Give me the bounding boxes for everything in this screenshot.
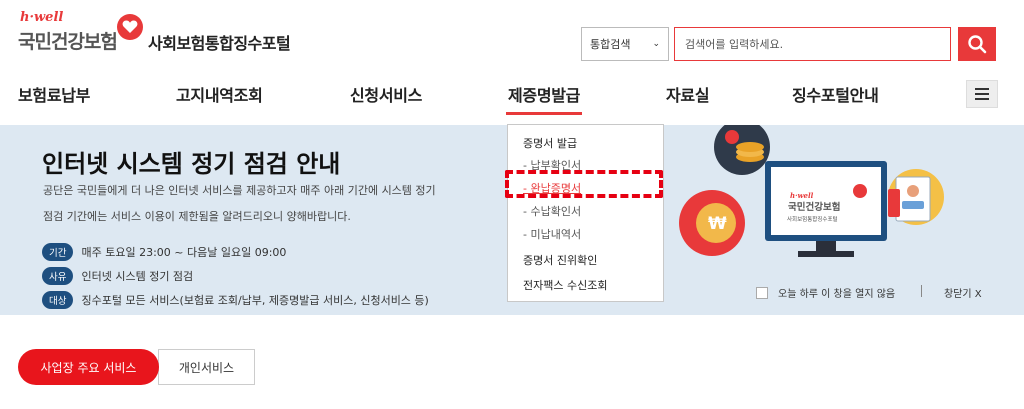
no-show-today-option[interactable]: 오늘 하루 이 창을 열지 않음 [756,285,895,300]
nav-item-portal-guide[interactable]: 징수포털안내 [792,82,879,106]
chevron-down-icon: ⌄ [652,39,660,49]
search-icon [968,35,987,54]
monitor-logo-sub: 사회보험통합징수포털 [787,215,838,223]
banner-description-line2: 점검 기간에는 서비스 이용이 제한됨을 알려드리오니 양해바랍니다. [43,210,351,223]
nhis-logo[interactable]: h·well 국민건강보험 [18,10,143,55]
alert-icon [725,130,739,144]
monitor-screen [771,167,881,235]
nav-item-billing-history[interactable]: 고지내역조회 [176,82,263,106]
search-placeholder: 검색어를 입력하세요. [685,38,784,51]
target-text: 징수포털 모든 서비스(보험료 조회/납부, 제증명발급 서비스, 신청서비스 … [81,294,429,307]
avatar-icon [907,185,919,197]
monitor-neck [816,241,836,251]
certificate-dropdown-menu: 증명서 발급 - 납부확인서 - 완납증명서 - 수납확인서 - 미납내역서 증… [507,124,664,302]
coin-icon [736,142,764,152]
nav-item-resources[interactable]: 자료실 [666,82,710,106]
hamburger-icon-bar [975,93,989,95]
close-banner-button[interactable]: 창닫기 X [944,285,982,300]
logo-name-text: 국민건강보험 [18,31,118,53]
nav-item-application-service[interactable]: 신청서비스 [350,82,422,106]
portal-title: 사회보험통합징수포털 [148,34,291,53]
banner-info-period: 기간 매주 토요일 23:00 ~ 다음날 일요일 09:00 [42,243,286,261]
target-badge: 대상 [42,291,74,309]
search-scope-value: 통합검색 [590,38,631,51]
search-scope-select[interactable]: 통합검색 ⌄ [581,27,669,61]
dropdown-item-efax-inquiry[interactable]: 전자팩스 수신조회 [523,277,607,293]
heart-icon [117,14,143,40]
search-button[interactable] [958,27,996,61]
monitor-base [798,251,854,257]
no-show-today-checkbox[interactable] [756,286,768,299]
hamburger-icon-bar [975,98,989,100]
hamburger-menu-button[interactable] [966,80,998,108]
document-icon [888,189,900,217]
won-symbol: ₩ [708,214,727,234]
search-input[interactable]: 검색어를 입력하세요. [674,27,951,61]
tab-business-services[interactable]: 사업장 주요 서비스 [18,349,159,385]
hamburger-icon-bar [975,88,989,90]
dropdown-item-unpaid-statement[interactable]: - 미납내역서 [523,226,581,242]
reason-badge: 사유 [42,267,74,285]
monitor-logo-hwell: h·well [790,191,814,200]
monitor-heart-icon [853,184,867,198]
banner-description-line1: 공단은 국민들에게 더 나은 인터넷 서비스를 제공하고자 매주 아래 기간에 … [43,184,436,197]
avatar-body [902,201,924,209]
profile-card [895,176,931,222]
banner-info-reason: 사유 인터넷 시스템 정기 점검 [42,267,193,285]
tab-personal-services[interactable]: 개인서비스 [158,349,255,385]
highlight-box [505,170,663,198]
period-badge: 기간 [42,243,74,261]
dropdown-item-certificate-verification[interactable]: 증명서 진위확인 [523,252,597,268]
banner-title: 인터넷 시스템 정기 점검 안내 [42,150,341,178]
logo-hwell-text: h·well [20,10,64,25]
period-text: 매주 토요일 23:00 ~ 다음날 일요일 09:00 [81,246,287,259]
nav-item-premium-payment[interactable]: 보험료납부 [18,82,90,106]
no-show-today-label: 오늘 하루 이 창을 열지 않음 [778,289,896,300]
nav-item-certificate-issue[interactable]: 제증명발급 [505,82,583,115]
reason-text: 인터넷 시스템 정기 점검 [81,270,194,283]
dropdown-item-certificate-issue[interactable]: 증명서 발급 [523,135,577,151]
monitor-logo-name: 국민건강보험 [788,201,840,213]
banner-info-target: 대상 징수포털 모든 서비스(보험료 조회/납부, 제증명발급 서비스, 신청서… [42,291,429,309]
divider [921,285,922,297]
dropdown-item-receipt-confirmation[interactable]: - 수납확인서 [523,203,581,219]
